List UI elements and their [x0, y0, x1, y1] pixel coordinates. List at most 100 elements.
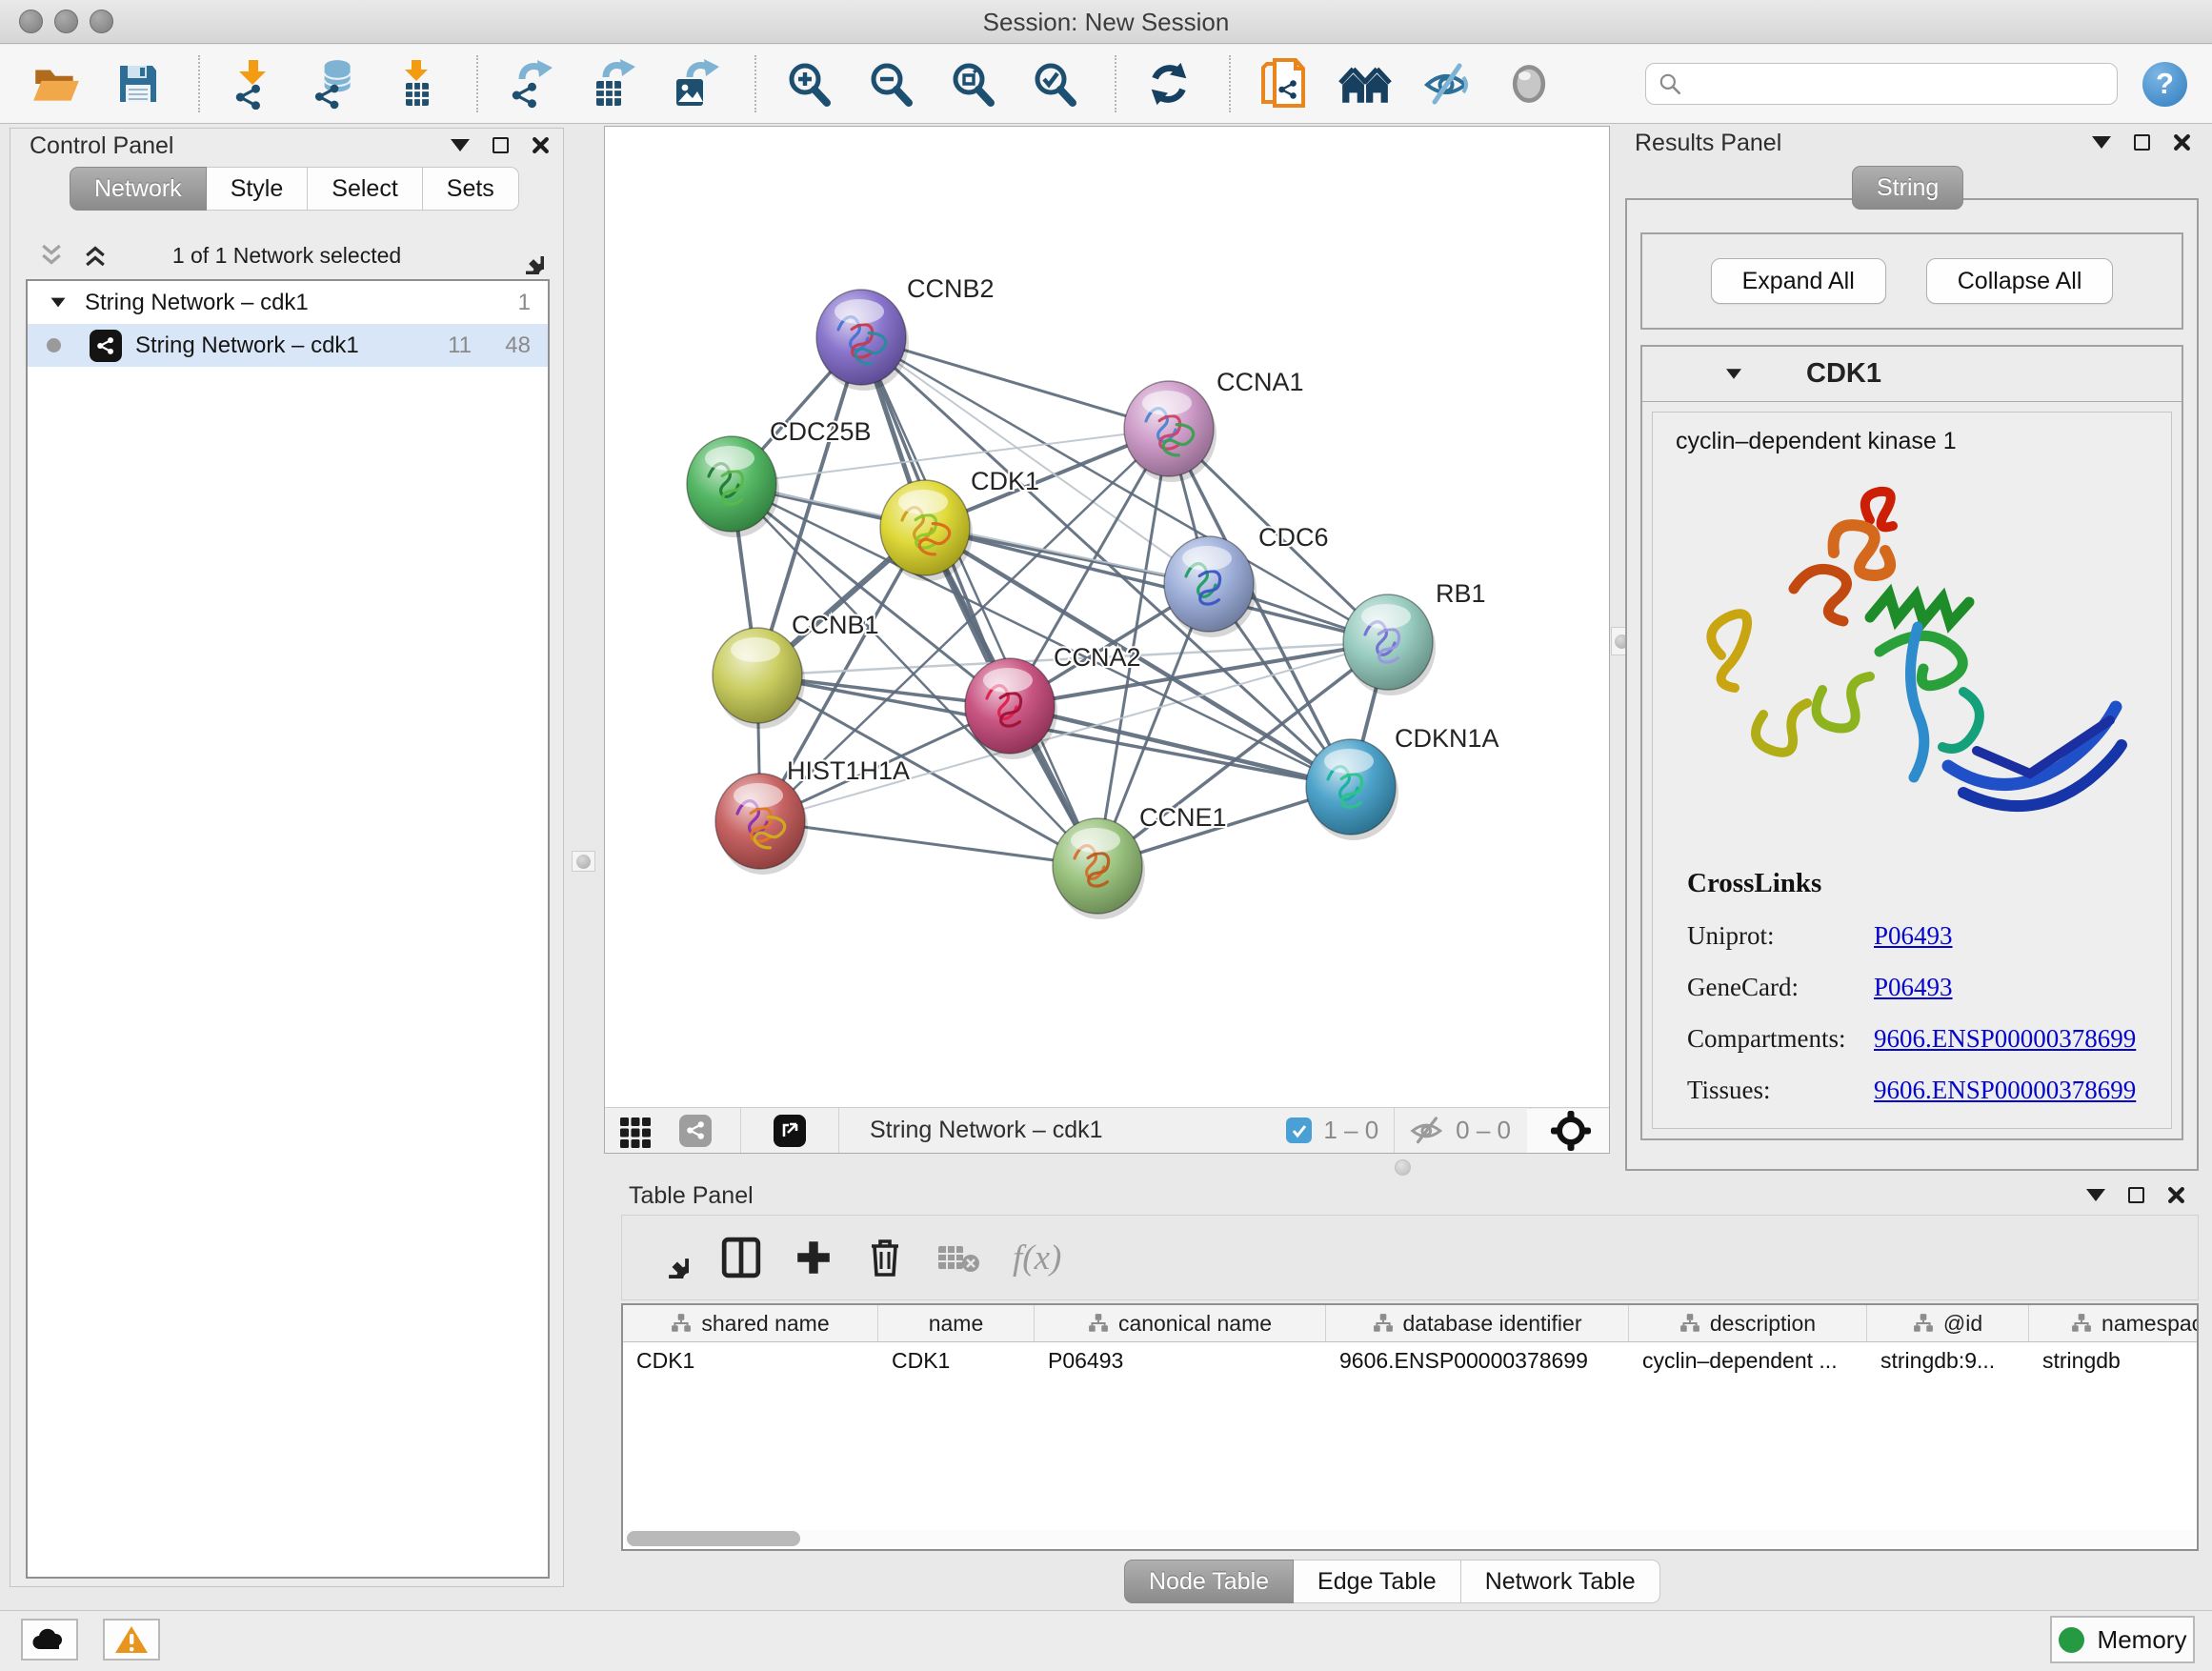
detach-view-icon[interactable] [774, 1115, 806, 1147]
column-header-namespace[interactable]: namespace [2029, 1305, 2199, 1341]
network-edge-CCNA2-CDKN1A[interactable] [1010, 706, 1351, 787]
import-network-file-button[interactable] [225, 56, 280, 111]
zoom-out-button[interactable] [863, 56, 918, 111]
tab-style[interactable]: Style [207, 167, 309, 211]
search-icon [1658, 71, 1682, 96]
column-header-canonical-name[interactable]: canonical name [1035, 1305, 1326, 1341]
bottom-splitter-handle[interactable] [1395, 1159, 1411, 1176]
tab-sets[interactable]: Sets [423, 167, 519, 211]
table-cell[interactable]: stringdb [2029, 1348, 2199, 1374]
network-collection-row[interactable]: String Network – cdk1 1 [28, 281, 548, 324]
crosslink-link[interactable]: P06493 [1874, 921, 1953, 951]
network-node-HIST1H1A[interactable]: HIST1H1A [715, 756, 910, 875]
table-cell[interactable]: CDK1 [623, 1348, 878, 1374]
close-panel-icon[interactable] [2167, 1186, 2185, 1204]
node-label-CDC25B: CDC25B [770, 417, 872, 446]
open-session-button[interactable] [29, 56, 84, 111]
network-node-CCNA1[interactable]: CCNA1 [1124, 368, 1304, 482]
grid-view-icon[interactable] [618, 1114, 653, 1148]
memory-status-button[interactable]: Memory [2050, 1616, 2195, 1663]
column-header-name[interactable]: name [878, 1305, 1035, 1341]
level-of-detail-button[interactable] [1501, 56, 1557, 111]
card-expander-caret[interactable] [1726, 369, 1741, 378]
crosslink-link[interactable]: 9606.ENSP00000378699 [1874, 1024, 2136, 1054]
float-panel-icon[interactable] [2134, 134, 2150, 151]
export-image-button[interactable] [667, 56, 722, 111]
panel-menu-caret-icon[interactable] [451, 139, 470, 151]
zoom-out-icon [865, 58, 916, 110]
panel-menu-caret-icon[interactable] [2086, 1189, 2105, 1201]
crosslink-link[interactable]: P06493 [1874, 973, 1953, 1002]
hide-graphics-button[interactable] [1419, 56, 1475, 111]
result-card-header[interactable]: CDK1 [1642, 347, 2182, 402]
tab-node-table[interactable]: Node Table [1124, 1560, 1294, 1603]
help-button[interactable]: ? [2142, 62, 2187, 107]
refresh-layout-button[interactable] [1141, 56, 1196, 111]
import-string-file-button[interactable] [1256, 56, 1311, 111]
column-header-database-identifier[interactable]: database identifier [1326, 1305, 1629, 1341]
column-header-description[interactable]: description [1629, 1305, 1867, 1341]
float-panel-icon[interactable] [2128, 1187, 2144, 1203]
save-session-button[interactable] [111, 56, 166, 111]
node-label-HIST1H1A: HIST1H1A [787, 756, 910, 785]
collection-expander-caret[interactable] [51, 298, 66, 308]
close-panel-icon[interactable] [2173, 133, 2191, 151]
scrollbar-thumb[interactable] [627, 1531, 800, 1546]
network-node-RB1[interactable]: RB1 [1343, 579, 1486, 695]
crosslink-link[interactable]: P06493 [1874, 1127, 1953, 1129]
zoom-selected-button[interactable] [1027, 56, 1082, 111]
float-panel-icon[interactable] [493, 137, 509, 153]
network-node-CDKN1A[interactable]: CDKN1A [1306, 724, 1499, 840]
import-network-database-button[interactable] [307, 56, 362, 111]
network-view: CCNB2CCNA1CDC25BCDK1CDC6RB1CCNB1CCNA2CDK… [604, 126, 1610, 1154]
network-node-CDK1[interactable]: CDK1 [880, 467, 1039, 581]
tab-select[interactable]: Select [308, 167, 422, 211]
network-edge-CCNE1-HIST1H1A[interactable] [760, 821, 1097, 866]
table-options-gear-icon[interactable] [647, 1237, 689, 1278]
cloud-status-button[interactable] [21, 1619, 78, 1661]
tab-string[interactable]: String [1852, 166, 1963, 210]
column-header-shared-name[interactable]: shared name [623, 1305, 878, 1341]
network-canvas[interactable]: CCNB2CCNA1CDC25BCDK1CDC6RB1CCNB1CCNA2CDK… [605, 127, 1609, 1107]
delete-column-trash-icon[interactable] [866, 1237, 904, 1278]
tab-network[interactable]: Network [70, 167, 207, 211]
panel-menu-caret-icon[interactable] [2092, 136, 2111, 149]
string-view-icon[interactable] [679, 1115, 712, 1147]
tab-network-table[interactable]: Network Table [1461, 1560, 1660, 1603]
table-row[interactable]: CDK1CDK1P064939606.ENSP00000378699cyclin… [623, 1342, 2197, 1379]
zoom-in-button[interactable] [781, 56, 836, 111]
close-panel-icon[interactable] [532, 136, 550, 154]
export-table-button[interactable] [585, 56, 640, 111]
import-table-button[interactable] [389, 56, 444, 111]
create-column-plus-icon[interactable] [794, 1238, 834, 1278]
table-cell[interactable]: stringdb:9... [1867, 1348, 2029, 1374]
zoom-fit-button[interactable] [945, 56, 1000, 111]
table-cell[interactable]: CDK1 [878, 1348, 1035, 1374]
houses-button[interactable] [1337, 56, 1393, 111]
fit-selected-crosshair-icon[interactable] [1550, 1110, 1592, 1152]
show-columns-icon[interactable] [721, 1237, 761, 1278]
export-network-button[interactable] [503, 56, 558, 111]
table-cell[interactable]: P06493 [1035, 1348, 1326, 1374]
tab-edge-table[interactable]: Edge Table [1294, 1560, 1461, 1603]
left-splitter-handle[interactable] [572, 851, 595, 872]
zoom-fit-icon [947, 58, 998, 110]
table-horizontal-scrollbar[interactable] [625, 1530, 2195, 1547]
expand-all-button[interactable]: Expand All [1711, 258, 1886, 304]
selected-count-checkbox[interactable] [1286, 1117, 1312, 1143]
network-node-CCNE1[interactable]: CCNE1 [1053, 803, 1227, 919]
network-node-count: 11 [448, 332, 472, 359]
search-input[interactable] [1682, 70, 2105, 97]
collapse-all-button[interactable]: Collapse All [1926, 258, 2114, 304]
network-node-CCNB2[interactable]: CCNB2 [816, 274, 995, 391]
global-search-box [1645, 63, 2118, 105]
network-row[interactable]: String Network – cdk1 11 48 [28, 324, 548, 367]
table-cell[interactable]: cyclin–dependent ... [1629, 1348, 1867, 1374]
open-folder-icon [30, 57, 83, 111]
warnings-button[interactable] [103, 1619, 160, 1661]
column-header--id[interactable]: @id [1867, 1305, 2029, 1341]
delete-table-icon [936, 1240, 980, 1275]
crosslink-link[interactable]: 9606.ENSP00000378699 [1874, 1076, 2136, 1105]
network-edge-CCNB2-CCNE1[interactable] [861, 337, 1097, 866]
table-cell[interactable]: 9606.ENSP00000378699 [1326, 1348, 1629, 1374]
